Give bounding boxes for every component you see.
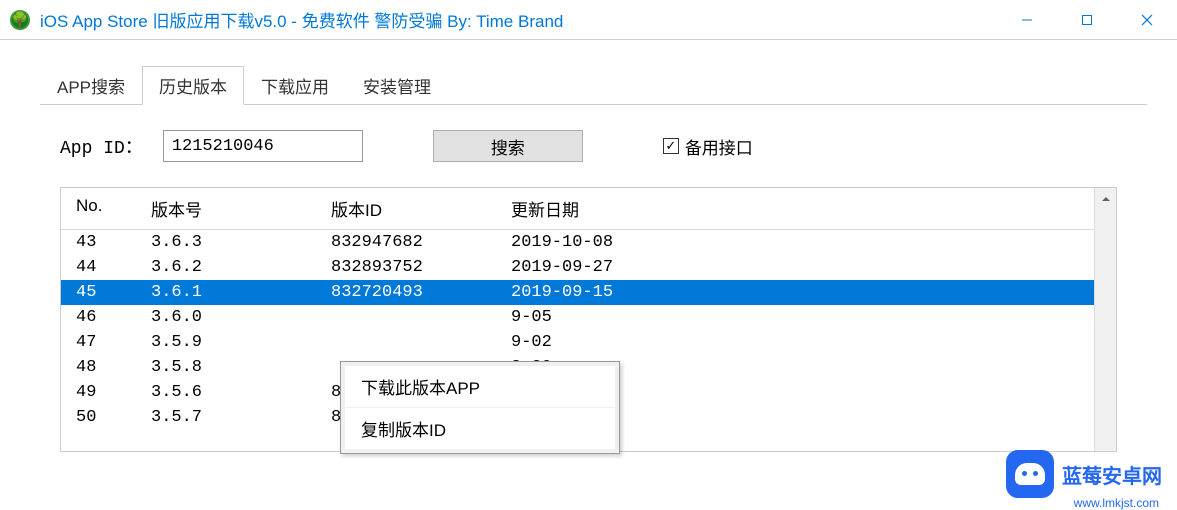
backup-api-checkbox-wrap: ✓ 备用接口 [663,134,753,159]
cell-date: 9-02 [511,333,711,352]
cell-version-id [331,333,511,352]
cell-version-id: 832947682 [331,233,511,252]
context-menu-item-0[interactable]: 下载此版本APP [345,366,615,407]
table-row[interactable]: 473.5.9 9-02 [61,330,1094,355]
cell-no: 48 [61,358,151,377]
cell-version-id: 832720493 [331,283,511,302]
scroll-track[interactable] [1095,210,1116,451]
app-id-input[interactable] [163,130,363,162]
table-row[interactable]: 433.6.38329476822019-10-08 [61,230,1094,255]
scrollbar[interactable] [1094,188,1116,451]
cell-version: 3.5.8 [151,358,331,377]
backup-api-label: 备用接口 [685,134,753,159]
cell-version-id: 832893752 [331,258,511,277]
header-no[interactable]: No. [61,196,151,221]
watermark-logo: 蓝莓安卓网 [1006,450,1162,498]
window-title: iOS App Store 旧版应用下载v5.0 - 免费软件 警防受骗 By:… [40,7,997,32]
cell-no: 44 [61,258,151,277]
watermark-brand: 蓝莓安卓网 [1062,460,1162,489]
window-titlebar: 🌳 iOS App Store 旧版应用下载v5.0 - 免费软件 警防受骗 B… [0,0,1177,40]
table-row[interactable]: 443.6.28328937522019-09-27 [61,255,1094,280]
cell-version: 3.5.6 [151,383,331,402]
search-row: App ID： 搜索 ✓ 备用接口 [60,130,1147,162]
cell-date: 2019-09-15 [511,283,711,302]
cell-no: 45 [61,283,151,302]
header-version[interactable]: 版本号 [151,196,331,221]
backup-api-checkbox[interactable]: ✓ [663,138,679,154]
tab-1[interactable]: 历史版本 [142,66,244,105]
cell-version: 3.6.2 [151,258,331,277]
cell-version: 3.5.9 [151,333,331,352]
tab-0[interactable]: APP搜索 [40,66,142,105]
table-row[interactable]: 453.6.18327204932019-09-15 [61,280,1094,305]
app-icon: 🌳 [10,10,30,30]
cell-date: 2019-09-27 [511,258,711,277]
header-date[interactable]: 更新日期 [511,196,711,221]
cell-no: 49 [61,383,151,402]
tab-3[interactable]: 安装管理 [346,66,448,105]
cell-version-id [331,308,511,327]
window-controls [997,0,1177,39]
context-menu: 下载此版本APP复制版本ID [340,361,620,454]
cell-version: 3.6.1 [151,283,331,302]
tab-2[interactable]: 下载应用 [244,66,346,105]
cell-version: 3.6.0 [151,308,331,327]
cell-version: 3.6.3 [151,233,331,252]
close-button[interactable] [1117,0,1177,39]
app-id-label: App ID： [60,133,143,159]
search-button[interactable]: 搜索 [433,130,583,162]
scroll-up-button[interactable] [1095,188,1116,210]
cell-date: 2019-10-08 [511,233,711,252]
cell-no: 46 [61,308,151,327]
watermark-icon [1006,450,1054,498]
cell-no: 50 [61,408,151,427]
context-menu-item-1[interactable]: 复制版本ID [345,408,615,449]
table-header: No. 版本号 版本ID 更新日期 [61,188,1094,230]
cell-version: 3.5.7 [151,408,331,427]
minimize-button[interactable] [997,0,1057,39]
table-row[interactable]: 463.6.0 9-05 [61,305,1094,330]
maximize-button[interactable] [1057,0,1117,39]
cell-date: 9-05 [511,308,711,327]
header-version-id[interactable]: 版本ID [331,196,511,221]
cell-no: 47 [61,333,151,352]
cell-no: 43 [61,233,151,252]
tab-bar: APP搜索历史版本下载应用安装管理 [40,65,1147,105]
